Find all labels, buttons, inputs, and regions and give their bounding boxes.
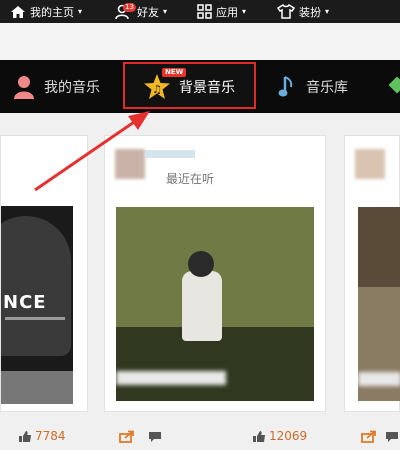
tab-music-library[interactable]: 音乐库	[278, 60, 348, 113]
apps-menu[interactable]: 应用 ▾	[197, 0, 246, 23]
chevron-down-icon: ▾	[325, 7, 330, 16]
friends-menu-label: 好友	[137, 5, 159, 19]
friends-badge: 13	[123, 2, 136, 12]
decor-menu-label: 装扮	[299, 5, 321, 19]
apps-menu-label: 应用	[216, 5, 238, 19]
cover-person	[182, 271, 222, 341]
top-bar: 我的主页 ▾ 13 好友 ▾ 应用 ▾ 装扮 ▾	[0, 0, 400, 23]
tab-my-music-label: 我的音乐	[44, 79, 100, 96]
card-footer-left: 7784	[18, 422, 66, 450]
share-icon[interactable]	[119, 430, 135, 443]
cover-caption-blur	[358, 372, 400, 386]
tab-music-library-label: 音乐库	[306, 79, 348, 96]
header-strip	[0, 23, 400, 60]
feed-card-middle: 最近在听	[104, 135, 326, 412]
album-title-text: NCE	[3, 292, 47, 313]
svg-text:♫: ♫	[152, 83, 162, 96]
cover-band	[1, 371, 73, 404]
thumbs-up-icon[interactable]	[18, 430, 32, 443]
person-icon	[14, 75, 34, 99]
recent-listening-label: 最近在听	[166, 172, 215, 186]
tab-background-music-label: 背景音乐	[179, 79, 235, 96]
chevron-down-icon: ▾	[163, 7, 168, 16]
apps-grid-icon	[197, 4, 212, 19]
likes-count: 12069	[269, 429, 308, 443]
comment-icon[interactable]	[147, 430, 163, 443]
friends-menu[interactable]: 13 好友 ▾	[115, 0, 167, 23]
music-note-icon	[278, 75, 293, 96]
decor-menu[interactable]: 装扮 ▾	[277, 0, 329, 23]
comment-icon[interactable]	[384, 430, 400, 443]
home-menu-label: 我的主页	[30, 5, 74, 19]
card-footer-middle-likes: 12069	[252, 422, 307, 450]
thumbs-up-icon[interactable]	[252, 430, 266, 443]
new-badge: NEW	[162, 68, 187, 77]
home-icon	[11, 5, 25, 18]
likes-count: 7784	[35, 429, 66, 443]
cover-caption-blur	[116, 371, 226, 385]
chevron-down-icon: ▾	[242, 7, 247, 16]
share-icon[interactable]	[361, 430, 377, 443]
album-subtitle-line	[5, 317, 65, 320]
tab-my-music[interactable]: 我的音乐	[12, 60, 100, 113]
avatar[interactable]	[115, 149, 145, 179]
tab-background-music[interactable]: ♫ 背景音乐	[143, 60, 235, 113]
cover-head	[188, 251, 214, 277]
tshirt-icon	[277, 4, 295, 19]
home-menu[interactable]: 我的主页 ▾	[10, 0, 82, 23]
album-cover[interactable]	[358, 207, 400, 401]
feed-card-right	[344, 135, 400, 412]
cover-top	[358, 207, 400, 287]
username-placeholder[interactable]	[145, 150, 195, 158]
card-footer-middle	[119, 422, 163, 450]
album-cover[interactable]	[116, 207, 314, 401]
avatar[interactable]	[355, 149, 385, 179]
chevron-down-icon: ▾	[78, 7, 83, 16]
card-footer-right	[361, 422, 400, 450]
feed-card-left: NCE	[0, 135, 88, 412]
album-cover[interactable]: NCE	[1, 206, 73, 404]
cover-figure	[1, 216, 71, 356]
friends-icon-wrap: 13	[115, 2, 136, 20]
